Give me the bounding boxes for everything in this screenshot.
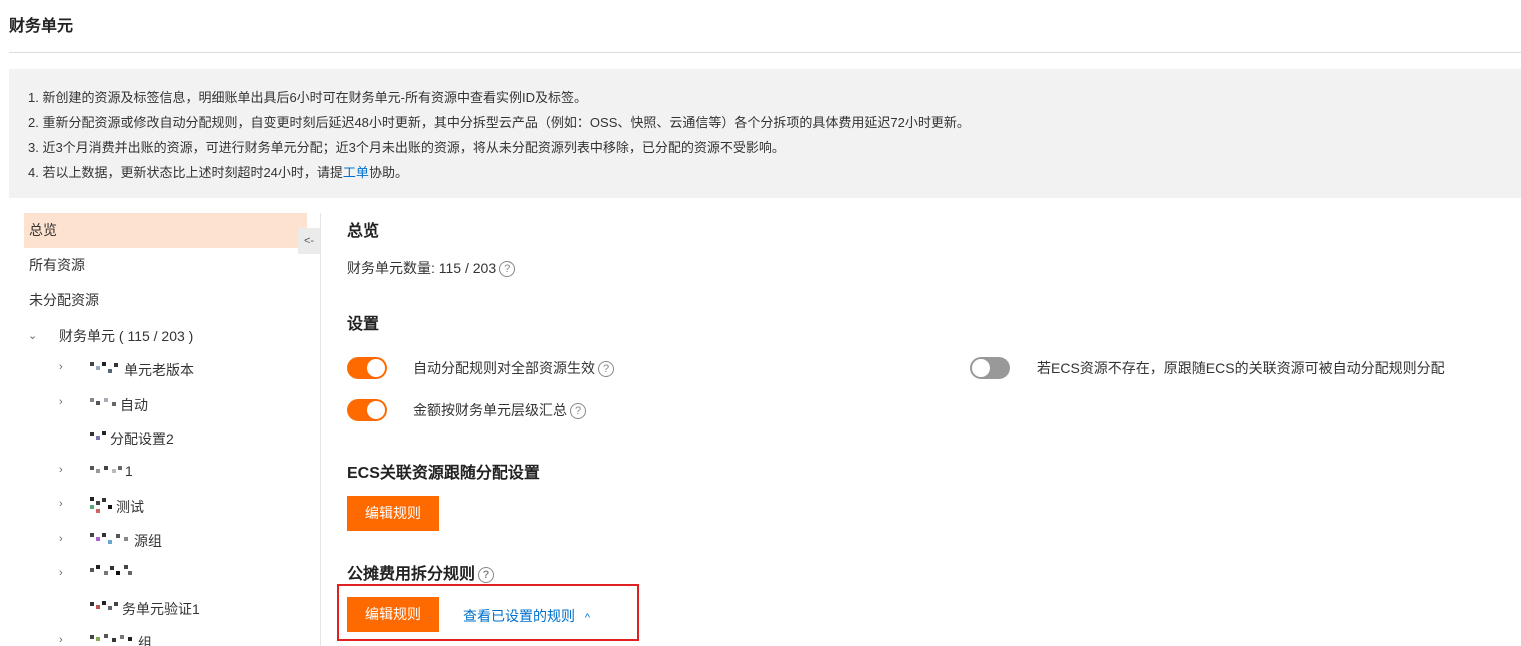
help-icon[interactable]: ? bbox=[570, 403, 586, 420]
tree-item-label[interactable]: 务单元验证1 bbox=[122, 599, 200, 619]
tree-item-label[interactable]: 源组 bbox=[134, 531, 162, 551]
ecs-missing-toggle[interactable] bbox=[970, 357, 1010, 379]
view-rules-label: 查看已设置的规则 bbox=[463, 608, 575, 624]
ecs-follow-title: ECS关联资源跟随分配设置 bbox=[347, 465, 540, 482]
auto-allocate-toggle[interactable] bbox=[347, 357, 387, 379]
auto-allocate-setting: 自动分配规则对全部资源生效? bbox=[413, 358, 614, 378]
tree-item-label[interactable]: 分配设置2 bbox=[110, 429, 174, 449]
overview-title: 总览 bbox=[347, 223, 380, 240]
help-icon[interactable]: ? bbox=[598, 361, 614, 378]
notice-line-4-suffix: 协助。 bbox=[368, 165, 408, 180]
sidebar-item-overview[interactable]: 总览 bbox=[24, 213, 307, 248]
tree-root-chevron-down-icon[interactable]: ⌄ bbox=[28, 329, 37, 342]
ecs-missing-label: 若ECS资源不存在，原跟随ECS的关联资源可被自动分配规则分配 bbox=[1037, 360, 1445, 376]
notice-line-1: 1. 新创建的资源及标签信息，明细账单出具后6小时可在财务单元-所有资源中查看实… bbox=[28, 90, 588, 105]
page-title: 财务单元 bbox=[9, 18, 74, 35]
tree-chevron-right-icon[interactable]: › bbox=[59, 498, 63, 510]
notice-line-3: 3. 近3个月消费并出账的资源，可进行财务单元分配；近3个月未出账的资源，将从未… bbox=[28, 140, 785, 155]
hierarchy-sum-toggle[interactable] bbox=[347, 399, 387, 421]
tree-chevron-right-icon[interactable]: › bbox=[59, 361, 63, 373]
tree-chevron-right-icon[interactable]: › bbox=[59, 634, 63, 646]
toggle-knob bbox=[367, 359, 385, 377]
split-rule-title-text: 公摊费用拆分规则 bbox=[347, 566, 476, 583]
tree-item-label[interactable]: 1 bbox=[125, 463, 133, 479]
edit-ecs-rule-button[interactable]: 编辑规则 bbox=[347, 496, 439, 531]
collapse-sidebar-button[interactable]: <- bbox=[298, 228, 320, 254]
ticket-link[interactable]: 工单 bbox=[343, 165, 369, 180]
chevron-up-icon: ^ bbox=[584, 612, 591, 624]
hierarchy-sum-setting: 金额按财务单元层级汇总? bbox=[413, 400, 586, 420]
hierarchy-sum-label: 金额按财务单元层级汇总 bbox=[413, 402, 567, 418]
tree-item-label[interactable]: 单元老版本 bbox=[124, 360, 194, 380]
sidebar-divider bbox=[320, 213, 321, 646]
tree-chevron-right-icon[interactable]: › bbox=[59, 567, 63, 579]
tree-item-label[interactable]: 测试 bbox=[116, 497, 144, 517]
view-rules-link[interactable]: 查看已设置的规则 ^ bbox=[463, 606, 590, 626]
toggle-knob bbox=[972, 359, 990, 377]
tree-chevron-right-icon[interactable]: › bbox=[59, 464, 63, 476]
help-icon[interactable]: ? bbox=[478, 566, 495, 583]
settings-title: 设置 bbox=[347, 316, 380, 333]
sidebar-item-unassigned[interactable]: 未分配资源 bbox=[24, 283, 307, 318]
help-icon[interactable]: ? bbox=[499, 261, 516, 278]
sidebar-item-all-resources[interactable]: 所有资源 bbox=[24, 248, 307, 283]
notice-panel: 1. 新创建的资源及标签信息，明细账单出具后6小时可在财务单元-所有资源中查看实… bbox=[9, 69, 1521, 198]
unit-count: 财务单元数量: 115 / 203? bbox=[347, 258, 516, 278]
sidebar: 总览 所有资源 未分配资源 ⌄ 财务单元 ( 115 / 203 ) › 单元老… bbox=[24, 213, 307, 646]
edit-split-rule-button[interactable]: 编辑规则 bbox=[347, 597, 439, 632]
split-rule-title: 公摊费用拆分规则? bbox=[347, 560, 495, 584]
tree-item-label[interactable]: 自动 bbox=[120, 395, 148, 415]
tree-root-label[interactable]: 财务单元 ( 115 / 203 ) bbox=[59, 326, 193, 346]
tree-item-label[interactable]: 组 bbox=[138, 633, 152, 646]
title-divider bbox=[9, 52, 1521, 53]
notice-line-4-prefix: 4. 若以上数据，更新状态比上述时刻超时24小时，请提 bbox=[28, 165, 343, 180]
tree-chevron-right-icon[interactable]: › bbox=[59, 396, 63, 408]
tree-chevron-right-icon[interactable]: › bbox=[59, 533, 63, 545]
toggle-knob bbox=[367, 401, 385, 419]
notice-line-2: 2. 重新分配资源或修改自动分配规则，自变更时刻后延迟48小时更新，其中分拆型云… bbox=[28, 115, 970, 130]
notice-line-4: 4. 若以上数据，更新状态比上述时刻超时24小时，请提工单协助。 bbox=[28, 162, 408, 181]
auto-allocate-label: 自动分配规则对全部资源生效 bbox=[413, 360, 595, 376]
unit-count-text: 财务单元数量: 115 / 203 bbox=[347, 260, 497, 276]
